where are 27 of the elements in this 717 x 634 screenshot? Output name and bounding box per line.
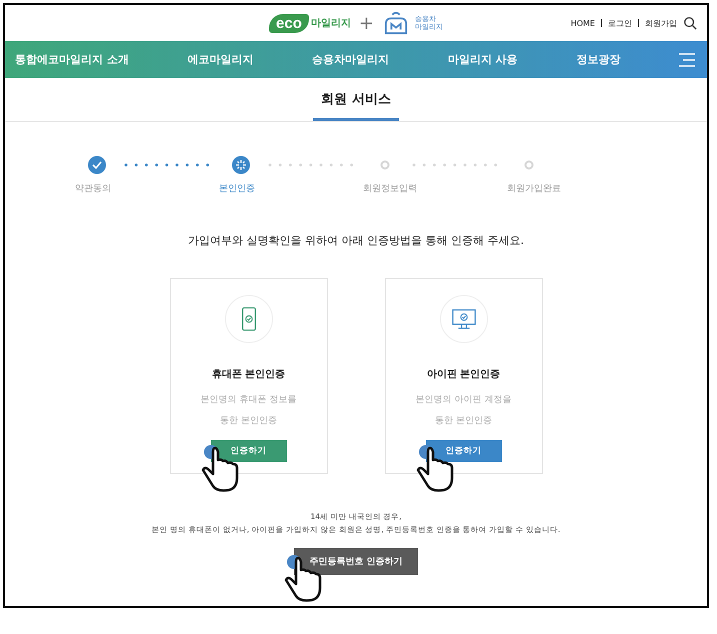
logo-text: 마일리지 <box>310 17 351 30</box>
nav-item[interactable]: 정보광장 <box>576 52 620 67</box>
step-label: 본인인증 <box>219 183 256 195</box>
logo-text: eco <box>269 14 309 32</box>
menu-icon[interactable] <box>678 52 695 66</box>
instruction-text: 가입여부와 실명확인을 위하여 아래 인증방법을 통해 인증해 주세요. <box>187 233 525 248</box>
logo-plus: + <box>358 12 374 34</box>
verify-button[interactable]: 인증하기 <box>210 440 286 462</box>
step-label: 회원가입완료 <box>507 183 562 195</box>
search-icon[interactable] <box>683 16 697 30</box>
step-label: 회원정보입력 <box>363 183 418 195</box>
header-link[interactable]: 회원가입 <box>645 18 677 28</box>
method-description: 본인명의 아이핀 계정을 통한 본인인증 <box>414 394 512 428</box>
step-label: 약관동의 <box>75 183 112 195</box>
nav-item[interactable]: 에코마일리지 <box>188 52 254 67</box>
header-link[interactable]: 로그인 <box>608 18 632 28</box>
header-link[interactable]: HOME <box>570 18 595 28</box>
phone-check-icon <box>240 306 256 332</box>
monitor-check-icon <box>452 308 476 330</box>
method-title: 휴대폰 본인인증 <box>212 368 286 381</box>
nav-item[interactable]: 통합에코마일리지 소개 <box>15 52 129 67</box>
nav-item[interactable]: 마일리지 사용 <box>448 52 518 67</box>
method-description: 본인명의 휴대폰 정보를 통한 본인인증 <box>200 394 298 428</box>
verify-button[interactable]: 인증하기 <box>426 440 502 462</box>
method-title: 아이핀 본인인증 <box>426 368 500 381</box>
nav-item[interactable]: 승용차마일리지 <box>312 52 390 67</box>
page-title: 회원 서비스 <box>313 78 399 121</box>
